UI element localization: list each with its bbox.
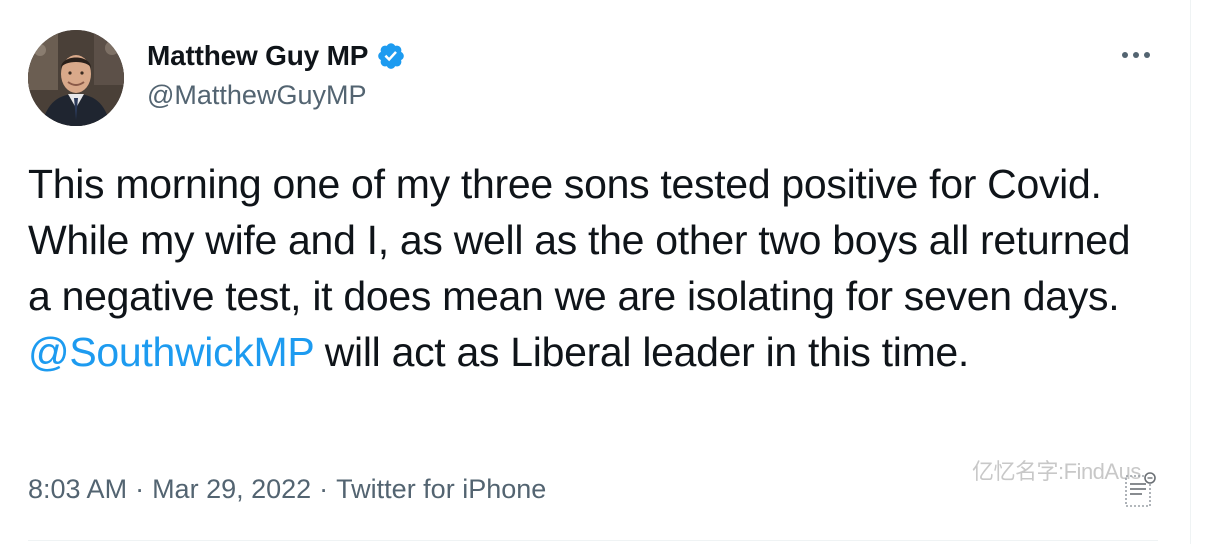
tweet-date[interactable]: Mar 29, 2022 — [152, 474, 311, 504]
author-name-row: Matthew Guy MP — [147, 40, 406, 72]
avatar-image — [28, 30, 124, 126]
divider — [28, 540, 1158, 541]
more-options-button[interactable] — [1114, 38, 1158, 72]
tweet-source[interactable]: Twitter for iPhone — [336, 474, 546, 504]
watermark: 亿忆名字:FindAus — [972, 459, 1141, 484]
author-handle[interactable]: @MatthewGuyMP — [147, 80, 366, 111]
meta-separator: · — [319, 474, 329, 504]
tweet-text: This morning one of my three sons tested… — [28, 156, 1148, 380]
author-avatar[interactable] — [28, 30, 124, 126]
tweet-text-before: This morning one of my three sons tested… — [28, 161, 1131, 319]
more-horizontal-icon — [1122, 52, 1150, 58]
timeline-border — [1190, 0, 1191, 544]
meta-separator: · — [135, 474, 145, 504]
verified-badge-icon — [378, 43, 405, 69]
tweet-text-after: will act as Liberal leader in this time. — [313, 329, 970, 375]
author-display-name[interactable]: Matthew Guy MP — [147, 40, 368, 72]
tweet-meta: 8:03 AM · Mar 29, 2022 · Twitter for iPhone — [28, 474, 546, 505]
tweet-card: Matthew Guy MP @MatthewGuyMP This mornin… — [0, 0, 1190, 544]
mention-link[interactable]: @SouthwickMP — [28, 329, 314, 375]
tweet-time[interactable]: 8:03 AM — [28, 474, 127, 504]
note-icon[interactable] — [1120, 470, 1160, 510]
